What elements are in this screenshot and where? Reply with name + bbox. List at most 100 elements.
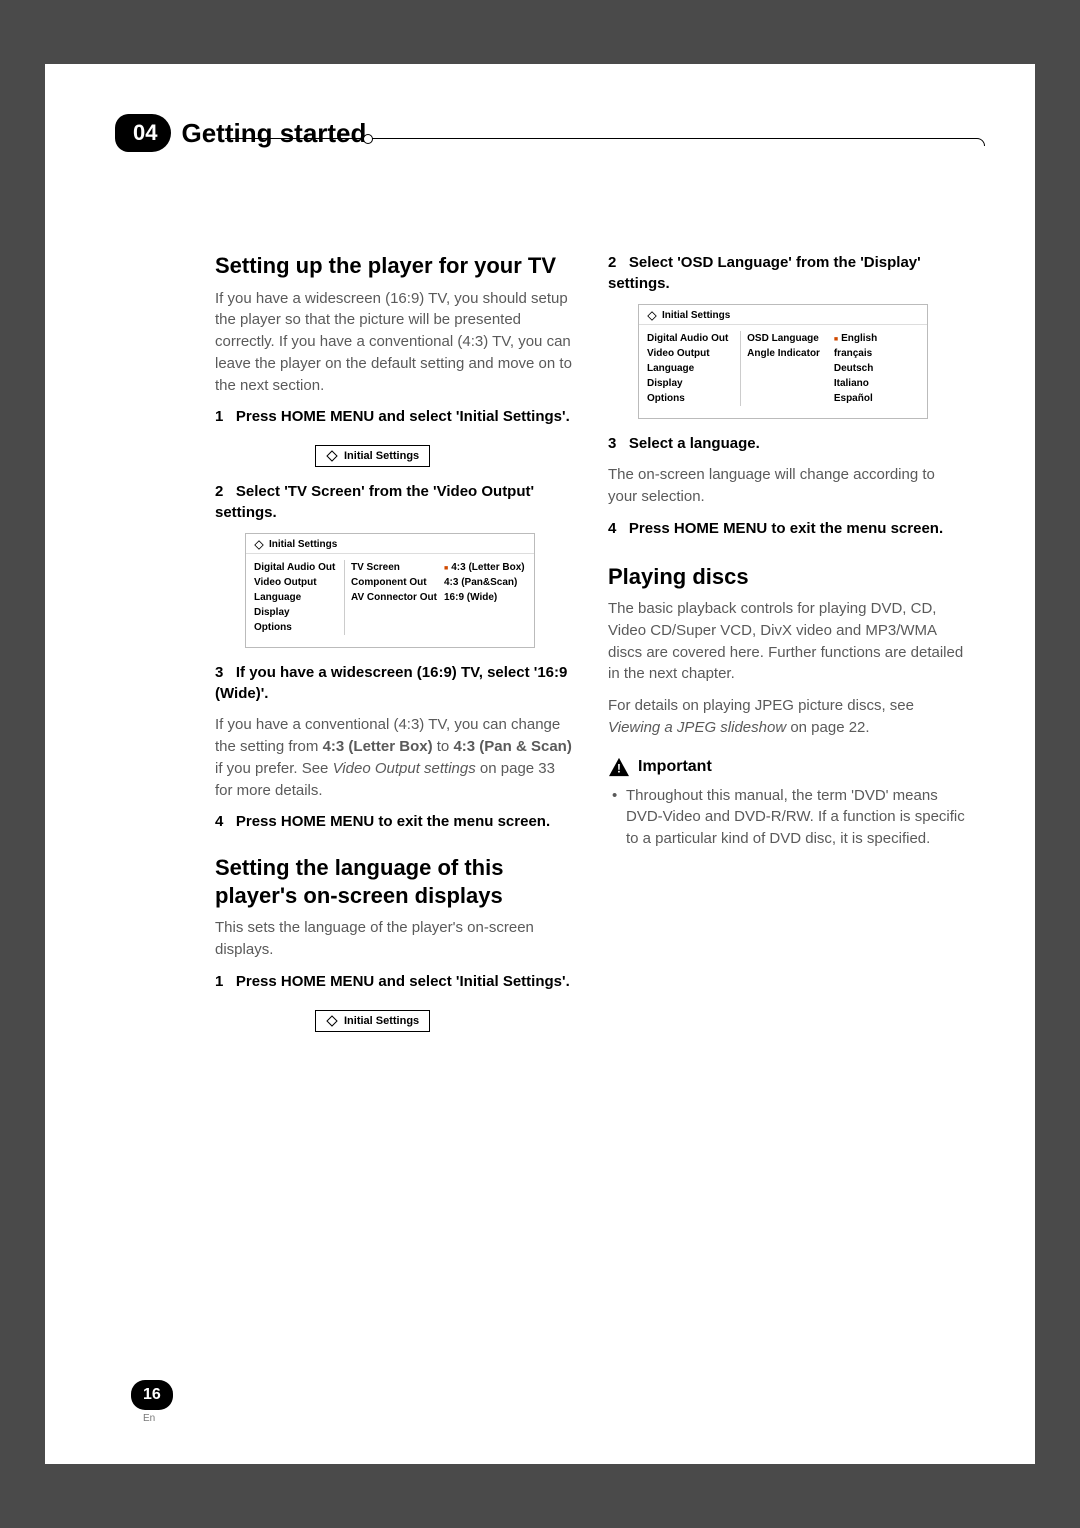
osd-item: Angle Indicator xyxy=(747,346,826,361)
step-text: Select a language. xyxy=(629,435,760,452)
diamond-icon xyxy=(326,450,338,462)
osd-item: Digital Audio Out xyxy=(254,560,336,575)
osd-item-selected: English xyxy=(834,331,919,346)
lang-step-3: 3 Select a language. xyxy=(608,433,965,454)
osd-panel-video-output: Initial Settings Digital Audio Out Video… xyxy=(245,533,535,648)
step-number: 2 xyxy=(215,483,223,500)
playing-discs-p2: For details on playing JPEG picture disc… xyxy=(608,695,965,739)
playing-discs-p1: The basic playback controls for playing … xyxy=(608,598,965,685)
osd-col-values: English français Deutsch Italiano Españo… xyxy=(834,331,919,406)
text-fragment: to xyxy=(433,738,454,755)
osd-item: Display xyxy=(647,376,732,391)
osd-item: OSD Language xyxy=(747,331,826,346)
chapter-number-badge: 04 xyxy=(115,114,171,152)
text-italic: Video Output settings xyxy=(333,760,476,777)
osd-title-row: Initial Settings xyxy=(639,305,927,325)
text-fragment: For details on playing JPEG picture disc… xyxy=(608,697,914,714)
lang-intro-paragraph: This sets the language of the player's o… xyxy=(215,917,572,961)
osd-item: Language xyxy=(647,361,732,376)
osd-item: Italiano xyxy=(834,376,919,391)
initial-settings-chip: Initial Settings xyxy=(315,445,430,467)
warning-triangle-icon: ! xyxy=(608,757,630,777)
right-column: 2 Select 'OSD Language' from the 'Displa… xyxy=(608,252,965,1046)
step-number: 2 xyxy=(608,254,616,271)
text-italic: Viewing a JPEG slideshow xyxy=(608,719,786,736)
osd-item: AV Connector Out xyxy=(351,590,436,605)
important-heading-row: ! Important xyxy=(608,757,965,777)
osd-item: Language xyxy=(254,590,336,605)
step-text: Press HOME MENU to exit the menu screen. xyxy=(629,520,943,537)
step-text: Press HOME MENU to exit the menu screen. xyxy=(236,813,550,830)
osd-col-values: 4:3 (Letter Box) 4:3 (Pan&Scan) 16:9 (Wi… xyxy=(444,560,526,635)
heading-set-language: Setting the language of this player's on… xyxy=(215,854,572,909)
important-bullet-item: Throughout this manual, the term 'DVD' m… xyxy=(612,785,965,850)
chapter-header: 04 Getting started xyxy=(115,114,965,152)
osd-col-categories: Digital Audio Out Video Output Language … xyxy=(254,560,336,635)
lang-step-2: 2 Select 'OSD Language' from the 'Displa… xyxy=(608,252,965,294)
osd-col-settings: OSD Language Angle Indicator xyxy=(740,331,826,406)
osd-item: 4:3 (Pan&Scan) xyxy=(444,575,526,590)
heading-playing-discs: Playing discs xyxy=(608,563,965,591)
initial-settings-chip: Initial Settings xyxy=(315,1010,430,1032)
header-divider xyxy=(225,138,985,146)
osd-item: TV Screen xyxy=(351,560,436,575)
osd-item: Options xyxy=(254,620,336,635)
osd-item: Español xyxy=(834,391,919,406)
chip-label: Initial Settings xyxy=(344,1015,419,1027)
svg-text:!: ! xyxy=(617,761,621,775)
osd-item: Digital Audio Out xyxy=(647,331,732,346)
setup-step-2: 2 Select 'TV Screen' from the 'Video Out… xyxy=(215,481,572,523)
osd-item: Options xyxy=(647,391,732,406)
text-fragment: if you prefer. See xyxy=(215,760,333,777)
text-bold: 4:3 (Pan & Scan) xyxy=(453,738,571,755)
setup-step-1: 1 Press HOME MENU and select 'Initial Se… xyxy=(215,406,572,427)
lang-step-3-body: The on-screen language will change accor… xyxy=(608,464,965,508)
step-text: Select 'OSD Language' from the 'Display'… xyxy=(608,254,921,292)
chip-label: Initial Settings xyxy=(344,450,419,462)
step-text: Press HOME MENU and select 'Initial Sett… xyxy=(236,408,570,425)
left-column: Setting up the player for your TV If you… xyxy=(215,252,572,1046)
step-text: Press HOME MENU and select 'Initial Sett… xyxy=(236,973,570,990)
osd-item: Video Output xyxy=(254,575,336,590)
setup-intro-paragraph: If you have a widescreen (16:9) TV, you … xyxy=(215,288,572,397)
diamond-icon xyxy=(647,311,657,321)
manual-page: 04 Getting started Setting up the player… xyxy=(45,64,1035,1464)
step-text: Select 'TV Screen' from the 'Video Outpu… xyxy=(215,483,534,521)
step-number: 4 xyxy=(608,520,616,537)
osd-item: Component Out xyxy=(351,575,436,590)
text-bold: 4:3 (Letter Box) xyxy=(323,738,433,755)
important-bullet-list: Throughout this manual, the term 'DVD' m… xyxy=(608,785,965,850)
page-number-badge: 16 xyxy=(131,1380,173,1410)
setup-step-4: 4 Press HOME MENU to exit the menu scree… xyxy=(215,811,572,832)
osd-body: Digital Audio Out Video Output Language … xyxy=(639,325,927,418)
osd-title-row: Initial Settings xyxy=(246,534,534,554)
osd-item: Deutsch xyxy=(834,361,919,376)
osd-title: Initial Settings xyxy=(269,539,337,550)
lang-step-1: 1 Press HOME MENU and select 'Initial Se… xyxy=(215,971,572,992)
content-columns: Setting up the player for your TV If you… xyxy=(115,252,965,1046)
osd-col-settings: TV Screen Component Out AV Connector Out xyxy=(344,560,436,635)
osd-item: 16:9 (Wide) xyxy=(444,590,526,605)
page-language-code: En xyxy=(143,1413,155,1424)
step-number: 4 xyxy=(215,813,223,830)
diamond-icon xyxy=(326,1015,338,1027)
step-number: 3 xyxy=(215,664,223,681)
setup-step-3: 3 If you have a widescreen (16:9) TV, se… xyxy=(215,662,572,704)
step-number: 3 xyxy=(608,435,616,452)
lang-step-4: 4 Press HOME MENU to exit the menu scree… xyxy=(608,518,965,539)
osd-item: Video Output xyxy=(647,346,732,361)
osd-item-selected: 4:3 (Letter Box) xyxy=(444,560,526,575)
osd-panel-osd-language: Initial Settings Digital Audio Out Video… xyxy=(638,304,928,419)
setup-step-3-body: If you have a conventional (4:3) TV, you… xyxy=(215,714,572,801)
osd-item: Display xyxy=(254,605,336,620)
osd-title: Initial Settings xyxy=(662,310,730,321)
osd-body: Digital Audio Out Video Output Language … xyxy=(246,554,534,647)
diamond-icon xyxy=(254,540,264,550)
osd-col-categories: Digital Audio Out Video Output Language … xyxy=(647,331,732,406)
important-label: Important xyxy=(638,758,712,776)
osd-item: français xyxy=(834,346,919,361)
text-fragment: on page 22. xyxy=(786,719,869,736)
step-text: If you have a widescreen (16:9) TV, sele… xyxy=(215,664,567,702)
step-number: 1 xyxy=(215,973,223,990)
step-number: 1 xyxy=(215,408,223,425)
